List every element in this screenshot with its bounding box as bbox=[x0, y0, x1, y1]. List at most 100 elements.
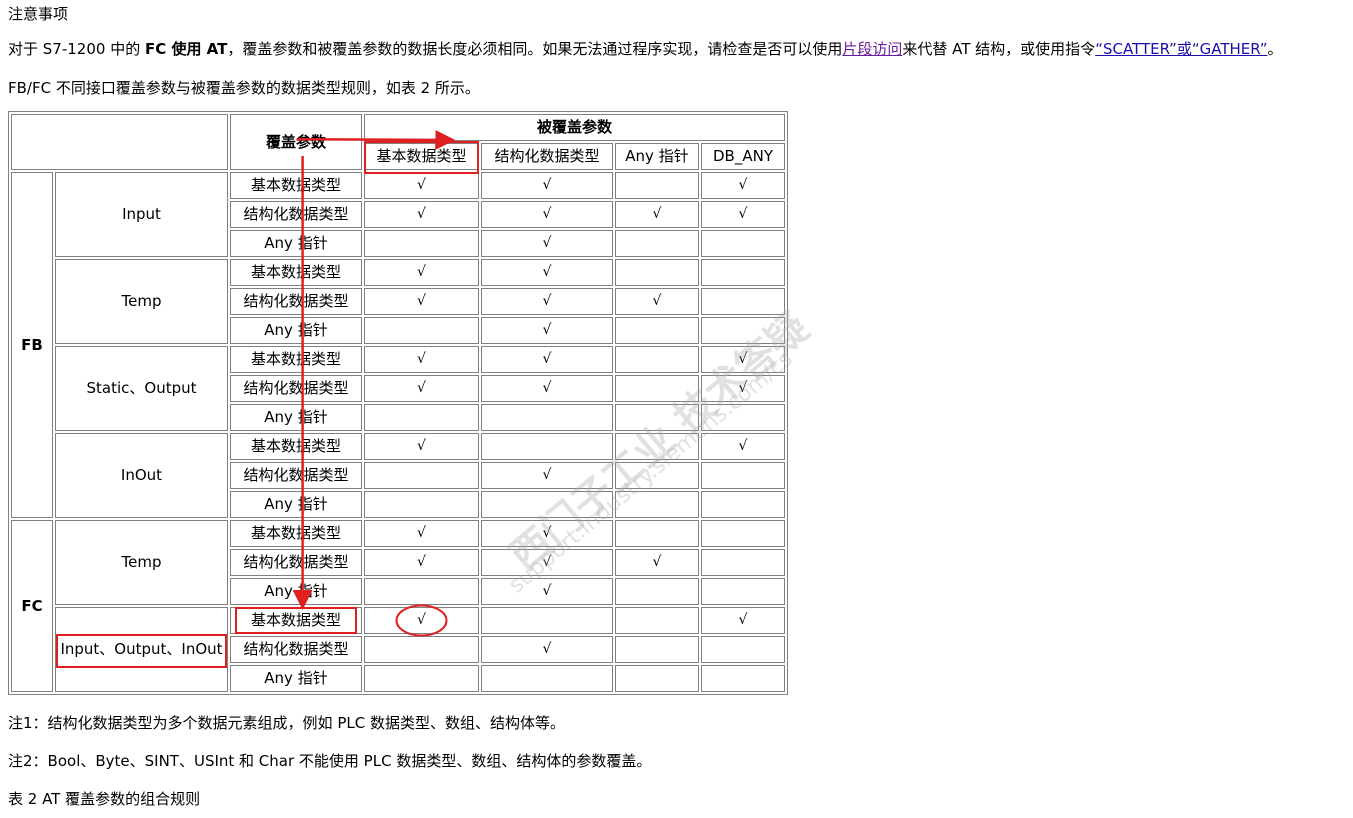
compat-cell: √ bbox=[615, 549, 699, 576]
section-label: Input、Output、InOut bbox=[55, 607, 228, 692]
compat-cell bbox=[615, 578, 699, 605]
compat-cell: √ bbox=[615, 201, 699, 228]
compat-cell: √ bbox=[364, 607, 479, 634]
scatter-gather-link[interactable]: “SCATTER”或“GATHER” bbox=[1095, 40, 1267, 58]
note-2: 注2：Bool、Byte、SINT、USInt 和 Char 不能使用 PLC … bbox=[8, 752, 652, 770]
row-type-label: 结构化数据类型 bbox=[230, 201, 362, 228]
compat-cell bbox=[364, 404, 479, 431]
compat-cell bbox=[701, 230, 785, 257]
section-label: InOut bbox=[55, 433, 228, 518]
compat-cell: √ bbox=[364, 172, 479, 199]
compat-cell bbox=[701, 636, 785, 663]
compat-cell bbox=[701, 259, 785, 286]
slice-access-link[interactable]: 片段访问 bbox=[842, 40, 902, 58]
page-heading: 注意事项 bbox=[8, 5, 69, 23]
compat-cell bbox=[481, 404, 613, 431]
section-label: Input bbox=[55, 172, 228, 257]
compat-cell bbox=[701, 578, 785, 605]
compat-cell: √ bbox=[481, 549, 613, 576]
compat-cell bbox=[615, 259, 699, 286]
compat-cell: √ bbox=[364, 259, 479, 286]
compat-cell: √ bbox=[364, 520, 479, 547]
compat-cell: √ bbox=[364, 201, 479, 228]
compat-cell bbox=[481, 665, 613, 692]
compat-cell bbox=[364, 491, 479, 518]
compat-cell bbox=[615, 346, 699, 373]
section-label: Static、Output bbox=[55, 346, 228, 431]
column-header: DB_ANY bbox=[701, 143, 785, 170]
table-intro-paragraph: FB/FC 不同接口覆盖参数与被覆盖参数的数据类型规则，如表 2 所示。 bbox=[8, 79, 480, 97]
compat-cell: √ bbox=[481, 172, 613, 199]
table-row: Temp 基本数据类型 √ √ bbox=[11, 259, 785, 344]
compat-cell: √ bbox=[364, 288, 479, 315]
compat-cell bbox=[364, 230, 479, 257]
compat-cell: √ bbox=[701, 346, 785, 373]
compat-cell: √ bbox=[481, 375, 613, 402]
table-row: InOut 基本数据类型 √ √ bbox=[11, 433, 785, 518]
compat-cell: √ bbox=[481, 520, 613, 547]
column-header: 基本数据类型 bbox=[364, 143, 479, 170]
table-row: Input、Output、InOut 基本数据类型 √ √ bbox=[11, 607, 785, 692]
compat-cell: √ bbox=[701, 375, 785, 402]
group-label: FB bbox=[11, 172, 53, 518]
column-header: 结构化数据类型 bbox=[481, 143, 613, 170]
compat-cell: √ bbox=[481, 462, 613, 489]
compat-cell bbox=[481, 491, 613, 518]
compat-cell: √ bbox=[701, 172, 785, 199]
compat-cell: √ bbox=[701, 433, 785, 460]
compat-cell: √ bbox=[701, 607, 785, 634]
compat-cell bbox=[364, 578, 479, 605]
compat-cell: √ bbox=[364, 549, 479, 576]
row-type-label: 结构化数据类型 bbox=[230, 636, 362, 663]
row-type-label: Any 指针 bbox=[230, 317, 362, 344]
compat-cell: √ bbox=[481, 259, 613, 286]
compat-cell bbox=[615, 230, 699, 257]
table-row: FC Temp 基本数据类型 √ √ bbox=[11, 520, 785, 692]
row-type-label: 基本数据类型 bbox=[230, 172, 362, 199]
compat-cell: √ bbox=[481, 636, 613, 663]
row-type-label: Any 指针 bbox=[230, 404, 362, 431]
compat-cell bbox=[615, 433, 699, 460]
compat-cell bbox=[701, 520, 785, 547]
intro-paragraph: 对于 S7-1200 中的 FC 使用 AT，覆盖参数和被覆盖参数的数据长度必须… bbox=[8, 38, 1282, 59]
compat-cell bbox=[615, 636, 699, 663]
table-row: FB Input 基本数据类型 √ √ √ bbox=[11, 172, 785, 518]
compat-cell bbox=[364, 462, 479, 489]
row-type-label: 基本数据类型 bbox=[230, 346, 362, 373]
row-type-label: 结构化数据类型 bbox=[230, 549, 362, 576]
compat-cell: √ bbox=[481, 578, 613, 605]
intro-text-mid2: 来代替 AT 结构，或使用指令 bbox=[902, 40, 1096, 58]
compat-cell bbox=[615, 520, 699, 547]
row-type-label: 基本数据类型 bbox=[230, 607, 362, 634]
column-header: Any 指针 bbox=[615, 143, 699, 170]
row-type-label: Any 指针 bbox=[230, 230, 362, 257]
compat-cell bbox=[701, 665, 785, 692]
compat-cell: √ bbox=[481, 288, 613, 315]
compat-cell bbox=[701, 404, 785, 431]
compat-cell bbox=[615, 317, 699, 344]
override-param-header: 覆盖参数 bbox=[230, 114, 362, 170]
corner-cell bbox=[11, 114, 228, 170]
table-row: Static、Output 基本数据类型 √ √ √ bbox=[11, 346, 785, 431]
compat-cell bbox=[701, 549, 785, 576]
row-type-label: 结构化数据类型 bbox=[230, 462, 362, 489]
intro-bold: FC 使用 AT bbox=[144, 40, 228, 58]
row-type-label: Any 指针 bbox=[230, 578, 362, 605]
group-label: FC bbox=[11, 520, 53, 692]
note-1: 注1：结构化数据类型为多个数据元素组成，例如 PLC 数据类型、数组、结构体等。 bbox=[8, 714, 565, 732]
compat-cell bbox=[615, 172, 699, 199]
compat-cell bbox=[615, 665, 699, 692]
compat-cell: √ bbox=[481, 317, 613, 344]
compat-cell bbox=[615, 404, 699, 431]
compat-cell bbox=[615, 607, 699, 634]
compat-cell bbox=[481, 607, 613, 634]
row-type-label: 结构化数据类型 bbox=[230, 375, 362, 402]
overridden-param-header: 被覆盖参数 bbox=[364, 114, 785, 141]
row-type-label: 结构化数据类型 bbox=[230, 288, 362, 315]
intro-text-end: 。 bbox=[1267, 40, 1283, 58]
intro-text-mid: ，覆盖参数和被覆盖参数的数据长度必须相同。如果无法通过程序实现，请检查是否可以使… bbox=[227, 40, 843, 58]
row-type-label: Any 指针 bbox=[230, 491, 362, 518]
compat-cell bbox=[701, 491, 785, 518]
intro-text-pre: 对于 S7-1200 中的 bbox=[8, 40, 145, 58]
compat-cell bbox=[615, 375, 699, 402]
